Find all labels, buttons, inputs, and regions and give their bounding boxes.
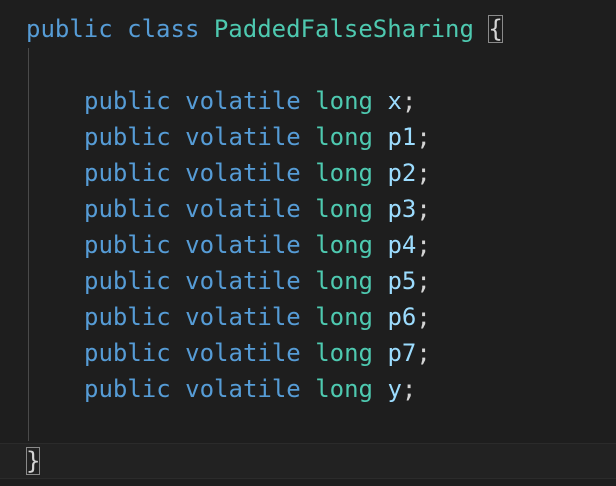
close-brace: } xyxy=(26,447,41,475)
type-keyword: long xyxy=(315,159,373,187)
closing-brace-line[interactable]: } xyxy=(26,443,41,479)
modifier-keyword: public xyxy=(84,159,171,187)
field-name: p5 xyxy=(387,267,417,295)
class-keyword: class xyxy=(127,15,200,43)
semicolon: ; xyxy=(416,303,431,331)
modifier-keyword: public xyxy=(84,375,171,403)
modifier-keyword: public xyxy=(84,195,171,223)
type-keyword: long xyxy=(315,87,373,115)
modifier-keyword: public xyxy=(84,303,171,331)
class-name: PaddedFalseSharing xyxy=(213,15,474,43)
semicolon: ; xyxy=(401,375,417,403)
modifier-keyword: public xyxy=(84,87,171,115)
volatile-keyword: volatile xyxy=(185,303,301,331)
field-line[interactable]: public volatile long p3; xyxy=(84,191,431,227)
type-keyword: long xyxy=(315,303,373,331)
type-keyword: long xyxy=(315,231,373,259)
field-name: x xyxy=(387,87,402,115)
semicolon: ; xyxy=(416,339,431,367)
semicolon: ; xyxy=(416,267,431,295)
type-keyword: long xyxy=(315,267,373,295)
class-declaration-line[interactable]: public class PaddedFalseSharing { xyxy=(26,11,503,47)
modifier-keyword: public xyxy=(26,15,113,43)
modifier-keyword: public xyxy=(84,123,171,151)
field-name: p6 xyxy=(387,303,417,331)
semicolon: ; xyxy=(416,159,431,187)
semicolon: ; xyxy=(401,87,417,115)
volatile-keyword: volatile xyxy=(185,123,301,151)
field-line[interactable]: public volatile long p6; xyxy=(84,299,431,335)
modifier-keyword: public xyxy=(84,231,171,259)
current-line-highlight xyxy=(0,443,616,479)
semicolon: ; xyxy=(416,195,431,223)
semicolon: ; xyxy=(416,123,431,151)
volatile-keyword: volatile xyxy=(185,267,301,295)
modifier-keyword: public xyxy=(84,339,171,367)
field-name: p7 xyxy=(387,339,417,367)
field-line[interactable]: public volatile long p1; xyxy=(84,119,431,155)
volatile-keyword: volatile xyxy=(185,375,301,403)
field-line[interactable]: public volatile long p2; xyxy=(84,155,431,191)
type-keyword: long xyxy=(315,375,373,403)
indent-guide xyxy=(28,48,29,441)
field-name: p2 xyxy=(387,159,417,187)
volatile-keyword: volatile xyxy=(185,195,301,223)
modifier-keyword: public xyxy=(84,267,171,295)
field-name: p3 xyxy=(387,195,417,223)
field-name: p1 xyxy=(387,123,417,151)
field-line[interactable]: public volatile long p5; xyxy=(84,263,431,299)
field-line[interactable]: public volatile long x; xyxy=(84,83,416,119)
open-brace: { xyxy=(488,15,503,43)
volatile-keyword: volatile xyxy=(185,87,301,115)
volatile-keyword: volatile xyxy=(185,159,301,187)
field-line[interactable]: public volatile long p7; xyxy=(84,335,431,371)
field-line[interactable]: public volatile long p4; xyxy=(84,227,431,263)
type-keyword: long xyxy=(315,195,373,223)
volatile-keyword: volatile xyxy=(185,231,301,259)
field-line[interactable]: public volatile long y; xyxy=(84,371,416,407)
field-name: p4 xyxy=(387,231,417,259)
type-keyword: long xyxy=(315,123,373,151)
volatile-keyword: volatile xyxy=(185,339,301,367)
semicolon: ; xyxy=(416,231,431,259)
type-keyword: long xyxy=(315,339,373,367)
field-name: y xyxy=(387,375,402,403)
code-editor[interactable]: public class PaddedFalseSharing { public… xyxy=(0,0,616,486)
